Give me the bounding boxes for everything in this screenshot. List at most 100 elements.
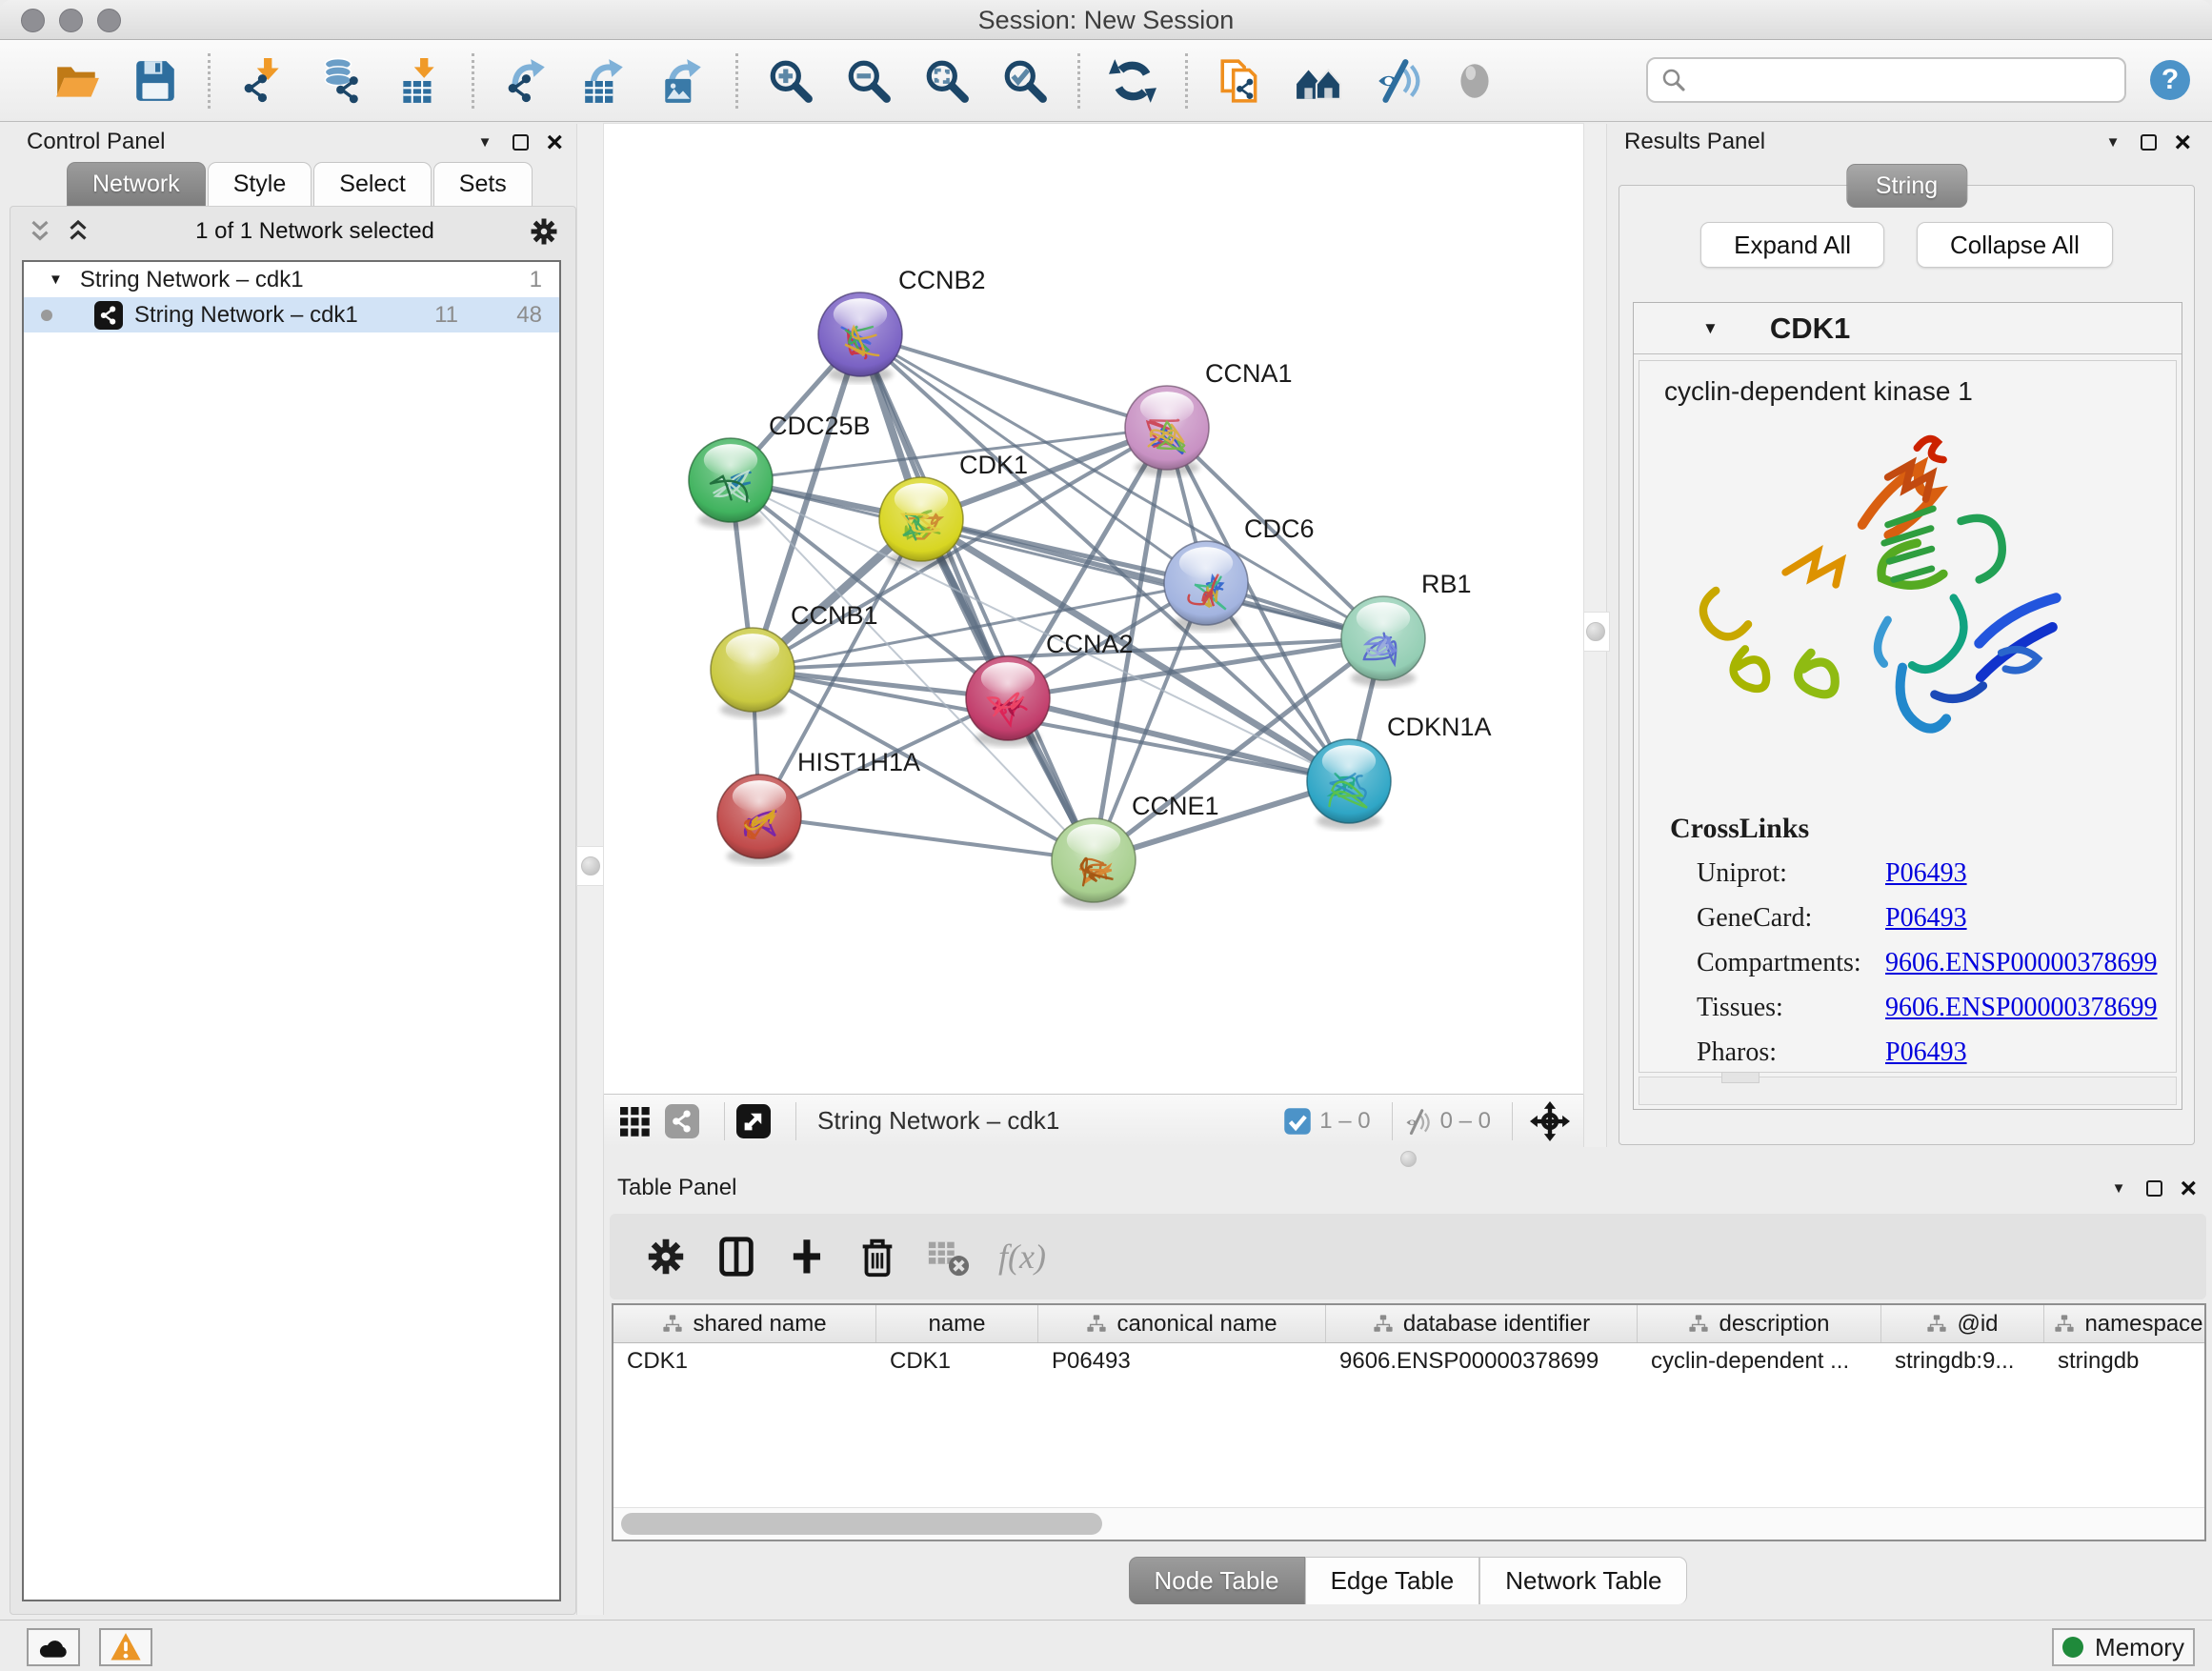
- collapse-all-button[interactable]: Collapse All: [1917, 222, 2113, 268]
- zoom-out-button[interactable]: [844, 56, 894, 106]
- panel-float-icon[interactable]: [2146, 1180, 2162, 1197]
- export-image-button[interactable]: [658, 56, 708, 106]
- help-button[interactable]: ?: [2147, 57, 2193, 103]
- home-button[interactable]: [1294, 56, 1343, 106]
- network-canvas[interactable]: CCNB2CCNA1CDC25BCDK1CDC6RB1CCNB1CCNA2CDK…: [604, 124, 1583, 1094]
- hide-eye-button[interactable]: [1372, 56, 1421, 106]
- node-HIST1H1A[interactable]: [717, 775, 801, 865]
- crosslink-link[interactable]: P06493: [1885, 858, 1967, 889]
- grid-view-icon[interactable]: [617, 1104, 652, 1138]
- node-CCNB1[interactable]: [711, 628, 794, 718]
- column-header--id[interactable]: @id: [1881, 1305, 2044, 1342]
- column-header-shared-name[interactable]: shared name: [613, 1305, 876, 1342]
- node-CDC25B[interactable]: [689, 438, 773, 529]
- network-row[interactable]: String Network – cdk1 11 48: [24, 297, 559, 332]
- fit-selected-icon[interactable]: [1530, 1101, 1570, 1141]
- cell-description[interactable]: cyclin-dependent ...: [1638, 1348, 1881, 1375]
- crosslink-link[interactable]: 9606.ENSP00000378699: [1885, 948, 2157, 978]
- table-row[interactable]: CDK1CDK1P064939606.ENSP00000378699cyclin…: [613, 1343, 2204, 1379]
- warnings-button[interactable]: [99, 1628, 152, 1666]
- edge-CCNB2-CCNA1[interactable]: [860, 334, 1167, 428]
- node-table[interactable]: shared namenamecanonical namedatabase id…: [612, 1303, 2206, 1541]
- cell-namespace[interactable]: stringdb: [2044, 1348, 2212, 1375]
- panel-menu-icon[interactable]: ▼: [478, 134, 493, 151]
- tab-style[interactable]: Style: [208, 162, 312, 206]
- clone-network-button[interactable]: [1216, 56, 1265, 106]
- add-column-icon[interactable]: [785, 1235, 829, 1278]
- tab-network[interactable]: Network: [67, 162, 206, 206]
- table-hscrollbar[interactable]: [613, 1507, 2204, 1540]
- crosslink-link[interactable]: P06493: [1885, 1037, 1967, 1068]
- right-splitter[interactable]: [1583, 124, 1607, 1147]
- left-splitter[interactable]: [576, 124, 604, 1615]
- results-scrollbar[interactable]: [1639, 1077, 2177, 1105]
- tab-sets[interactable]: Sets: [433, 162, 533, 206]
- open-folder-button[interactable]: [52, 56, 102, 106]
- cell-canonical-name[interactable]: P06493: [1038, 1348, 1326, 1375]
- tab-edge-table[interactable]: Edge Table: [1305, 1557, 1480, 1604]
- node-CCNE1[interactable]: [1052, 818, 1136, 909]
- panel-float-icon[interactable]: [2141, 134, 2157, 151]
- panel-menu-icon[interactable]: ▼: [2112, 1180, 2126, 1197]
- crosslink-link[interactable]: P06493: [1885, 903, 1967, 934]
- table-settings-icon[interactable]: [644, 1235, 688, 1278]
- node-CCNA1[interactable]: [1125, 386, 1209, 476]
- refresh-network-button[interactable]: [1108, 56, 1157, 106]
- zoom-selected-button[interactable]: [1000, 56, 1050, 106]
- panel-close-icon[interactable]: ×: [2180, 1180, 2197, 1197]
- table-hscrollbar-thumb[interactable]: [621, 1513, 1102, 1535]
- import-network-database-button[interactable]: [316, 56, 366, 106]
- node-CDKN1A[interactable]: [1307, 739, 1391, 830]
- bottom-splitter-handle[interactable]: [1400, 1151, 1417, 1167]
- zoom-in-button[interactable]: [766, 56, 815, 106]
- left-splitter-handle[interactable]: [576, 846, 605, 886]
- gear-icon[interactable]: [528, 215, 560, 248]
- column-header-canonical-name[interactable]: canonical name: [1038, 1305, 1326, 1342]
- section-expander-icon[interactable]: ▼: [1702, 319, 1719, 338]
- detach-view-icon[interactable]: [736, 1104, 771, 1138]
- right-splitter-handle[interactable]: [1581, 612, 1610, 652]
- expand-all-button[interactable]: Expand All: [1700, 222, 1884, 268]
- column-header-database-identifier[interactable]: database identifier: [1326, 1305, 1638, 1342]
- network-view-icon[interactable]: [665, 1104, 699, 1138]
- tab-node-table[interactable]: Node Table: [1129, 1557, 1305, 1604]
- node-CDC6[interactable]: [1164, 541, 1248, 632]
- cell--id[interactable]: stringdb:9...: [1881, 1348, 2044, 1375]
- search-box[interactable]: [1646, 57, 2126, 103]
- memory-button[interactable]: Memory: [2052, 1628, 2195, 1666]
- hidden-eye-icon[interactable]: [1404, 1107, 1433, 1136]
- show-eye-button[interactable]: [1450, 56, 1499, 106]
- tab-select[interactable]: Select: [313, 162, 431, 206]
- expand-all-icon[interactable]: [64, 217, 92, 246]
- edge-CCNB2-CCNE1[interactable]: [860, 334, 1094, 860]
- bottom-splitter[interactable]: [604, 1147, 2212, 1170]
- collapse-all-icon[interactable]: [26, 217, 54, 246]
- edge-CCNE1-HIST1H1A[interactable]: [759, 816, 1094, 860]
- tab-string[interactable]: String: [1846, 164, 1967, 208]
- panel-menu-icon[interactable]: ▼: [2106, 134, 2121, 151]
- panel-close-icon[interactable]: ×: [546, 134, 563, 151]
- cell-name[interactable]: CDK1: [876, 1348, 1038, 1375]
- panel-close-icon[interactable]: ×: [2174, 134, 2191, 151]
- tab-network-table[interactable]: Network Table: [1479, 1557, 1687, 1604]
- save-session-button[interactable]: [131, 56, 180, 106]
- delete-column-icon[interactable]: [855, 1235, 899, 1278]
- export-network-button[interactable]: [502, 56, 552, 106]
- column-header-description[interactable]: description: [1638, 1305, 1881, 1342]
- cell-database-identifier[interactable]: 9606.ENSP00000378699: [1326, 1348, 1638, 1375]
- selected-checkbox-icon[interactable]: [1283, 1107, 1312, 1136]
- column-header-namespace[interactable]: namespace: [2044, 1305, 2212, 1342]
- network-collection-row[interactable]: ▼ String Network – cdk1 1: [24, 262, 559, 297]
- node-RB1[interactable]: [1341, 596, 1425, 687]
- search-input[interactable]: [1696, 67, 2124, 93]
- column-header-name[interactable]: name: [876, 1305, 1038, 1342]
- crosslink-link[interactable]: 9606.ENSP00000378699: [1885, 993, 2157, 1023]
- export-table-button[interactable]: [580, 56, 630, 106]
- show-columns-icon[interactable]: [714, 1235, 758, 1278]
- tree-expander-icon[interactable]: ▼: [49, 272, 63, 288]
- zoom-fit-button[interactable]: [922, 56, 972, 106]
- panel-float-icon[interactable]: [513, 134, 529, 151]
- import-table-button[interactable]: [394, 56, 444, 106]
- cell-shared-name[interactable]: CDK1: [613, 1348, 876, 1375]
- cloud-button[interactable]: [27, 1628, 80, 1666]
